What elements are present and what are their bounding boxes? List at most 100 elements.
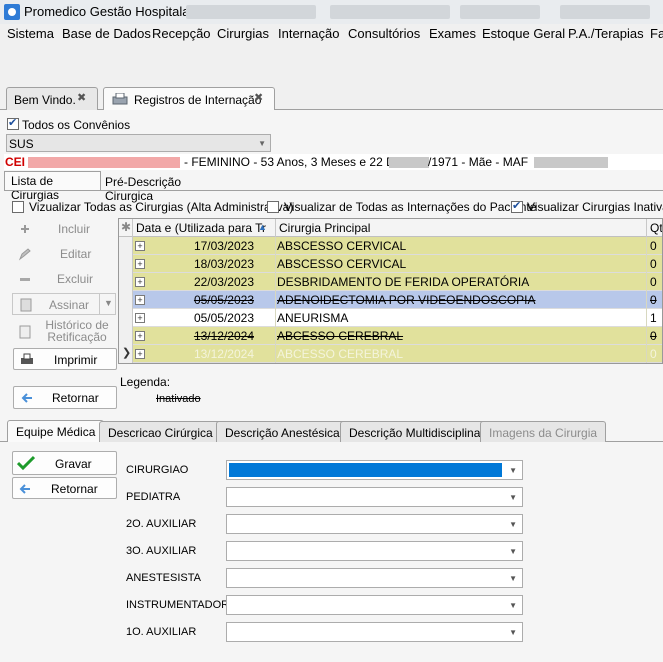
gravar-button[interactable]: Gravar — [12, 451, 117, 475]
expand-icon[interactable]: + — [135, 259, 145, 269]
menu-pa-terapias[interactable]: P.A./Terapias — [568, 26, 644, 41]
cell-qt: 0 — [650, 293, 657, 307]
table-row[interactable]: ❯ +13/12/2024 ABCESSO CEREBRAL 0 — [119, 345, 662, 363]
1o-auxiliar-select[interactable]: ▼ — [226, 622, 523, 642]
menu-base-de-dados[interactable]: Base de Dados — [62, 26, 151, 41]
table-row[interactable]: +13/12/2024 ABCESSO CEREBRAL 0 — [119, 327, 662, 345]
expand-icon[interactable]: + — [135, 349, 145, 359]
column-header-date[interactable]: Data e (Utilizada para Tr — [133, 219, 276, 237]
convenio-select[interactable]: SUS ▼ — [6, 134, 271, 152]
chevron-down-icon: ▼ — [509, 601, 517, 610]
column-header-surgery-label: Cirurgia Principal — [279, 221, 371, 235]
cell-surgery: ADENOIDECTOMIA POR VIDEOENDOSCOPIA — [277, 293, 536, 307]
convenio-value: SUS — [9, 137, 34, 151]
expand-icon[interactable]: + — [135, 277, 145, 287]
checkmark-icon — [16, 455, 36, 474]
row-indicator[interactable] — [119, 255, 133, 273]
anestesista-select[interactable]: ▼ — [226, 568, 523, 588]
close-icon[interactable]: ✖ — [77, 91, 86, 104]
add-icon — [18, 222, 32, 236]
instrumentador-select[interactable]: ▼ — [226, 595, 523, 615]
subtab-pre-descricao[interactable]: Pré-Descrição Cirurgica — [101, 173, 221, 203]
close-icon[interactable]: ✖ — [254, 91, 263, 104]
column-header-qt[interactable]: Qt — [647, 219, 662, 237]
printer-icon — [111, 92, 129, 105]
menu-fa[interactable]: Fa — [650, 26, 663, 41]
expand-icon[interactable]: + — [135, 241, 145, 251]
retornar-equipe-button[interactable]: Retornar — [12, 477, 117, 499]
cirurgias-inativas-checkbox[interactable] — [511, 199, 523, 213]
divider — [275, 237, 276, 255]
arrow-left-icon — [18, 482, 32, 499]
gravar-label: Gravar — [55, 457, 92, 471]
row-indicator[interactable] — [119, 237, 133, 255]
row-indicator[interactable]: ❯ — [119, 345, 133, 363]
row-indicator[interactable] — [119, 309, 133, 327]
todos-convenios-checkbox[interactable] — [7, 116, 19, 130]
tab-descricao-anestesica[interactable]: Descrição Anestésica — [216, 421, 349, 442]
cell-surgery: ANEURISMA — [277, 311, 349, 325]
alta-administrativa-checkbox[interactable] — [12, 201, 24, 213]
row-indicator[interactable] — [119, 327, 133, 345]
subtab-lista-cirurgias[interactable]: Lista de Cirurgias — [4, 171, 101, 202]
table-row[interactable]: +17/03/2023 ABSCESSO CERVICAL 0 — [119, 237, 662, 255]
chevron-down-icon: ▼ — [509, 466, 517, 475]
menu-recepcao[interactable]: Recepção — [152, 26, 211, 41]
app-icon — [4, 4, 20, 20]
tab-descricao-multidisciplinar[interactable]: Descrição Multidisciplinar — [340, 421, 494, 442]
menu-sistema[interactable]: Sistema — [7, 26, 54, 41]
menu-consultorios[interactable]: Consultórios — [348, 26, 420, 41]
divider — [646, 237, 647, 255]
todas-internacoes-label: Visualizar de Todas as Internações do Pa… — [284, 200, 537, 214]
cell-qt: 0 — [650, 257, 657, 271]
tab-registros-de-internacao[interactable]: Registros de Internação ✖ — [103, 87, 275, 111]
row-indicator[interactable] — [119, 291, 133, 309]
tab-descricao-cirurgica[interactable]: Descricao Cirúrgica — [99, 421, 222, 442]
todas-internacoes-checkbox[interactable] — [267, 201, 279, 213]
incluir-button[interactable]: Incluir — [12, 218, 116, 240]
arrow-left-icon — [20, 391, 34, 405]
table-row[interactable]: +05/05/2023 ANEURISMA 1 — [119, 309, 662, 327]
imprimir-button[interactable]: Imprimir — [13, 348, 117, 370]
tab-label: Descrição Multidisciplinar — [349, 426, 485, 440]
tab-bem-vindo[interactable]: Bem Vindo. ✖ — [6, 87, 98, 110]
divider — [275, 309, 276, 327]
surgeries-grid: ✱ Data e (Utilizada para Tr ▲ Cirurgia P… — [118, 218, 663, 364]
expand-icon[interactable]: + — [135, 331, 145, 341]
tab-label: Bem Vindo. — [14, 93, 76, 107]
redacted-title-text — [330, 5, 450, 19]
assinar-button[interactable]: Assinar ▼ — [12, 293, 116, 315]
excluir-button[interactable]: Excluir — [12, 268, 116, 290]
asterisk-icon: ✱ — [119, 219, 133, 237]
menu-cirurgias[interactable]: Cirurgias — [217, 26, 269, 41]
table-row[interactable]: +22/03/2023 DESBRIDAMENTO DE FERIDA OPERA… — [119, 273, 662, 291]
menu-internacao[interactable]: Internação — [278, 26, 339, 41]
chevron-down-icon[interactable]: ▼ — [104, 298, 113, 308]
expand-icon[interactable]: + — [135, 295, 145, 305]
menu-exames[interactable]: Exames — [429, 26, 476, 41]
pediatra-select[interactable]: ▼ — [226, 487, 523, 507]
3o-auxiliar-select[interactable]: ▼ — [226, 541, 523, 561]
subtab-label: Pré-Descrição Cirurgica — [105, 175, 182, 203]
cell-qt: 0 — [650, 275, 657, 289]
row-indicator[interactable] — [119, 273, 133, 291]
historico-retificacao-button[interactable]: Histórico de Retificação — [12, 318, 116, 348]
tab-imagens-cirurgia[interactable]: Imagens da Cirurgia — [480, 421, 607, 442]
column-header-surgery[interactable]: Cirurgia Principal — [276, 219, 647, 237]
table-row[interactable]: +18/03/2023 ABSCESSO CERVICAL 0 — [119, 255, 662, 273]
imprimir-label: Imprimir — [54, 353, 98, 367]
expand-icon[interactable]: + — [135, 313, 145, 323]
table-row[interactable]: +05/05/2023 ADENOIDECTOMIA POR VIDEOENDOS… — [119, 291, 662, 309]
2o-auxiliar-select[interactable]: ▼ — [226, 514, 523, 534]
chevron-down-icon: ▼ — [509, 574, 517, 583]
chevron-down-icon: ▼ — [509, 493, 517, 502]
retornar-button[interactable]: Retornar — [13, 386, 117, 409]
cell-surgery: DESBRIDAMENTO DE FERIDA OPERATÓRIA — [277, 275, 530, 289]
menu-estoque-geral[interactable]: Estoque Geral — [482, 26, 565, 41]
cell-date: 13/12/2024 — [193, 347, 254, 361]
cirurgiao-select[interactable]: ▼ — [226, 460, 523, 480]
minus-icon — [18, 272, 32, 286]
tab-equipe-medica[interactable]: Equipe Médica — [7, 420, 105, 442]
cell-date: 05/05/2023 — [193, 293, 254, 307]
editar-button[interactable]: Editar — [12, 243, 116, 265]
